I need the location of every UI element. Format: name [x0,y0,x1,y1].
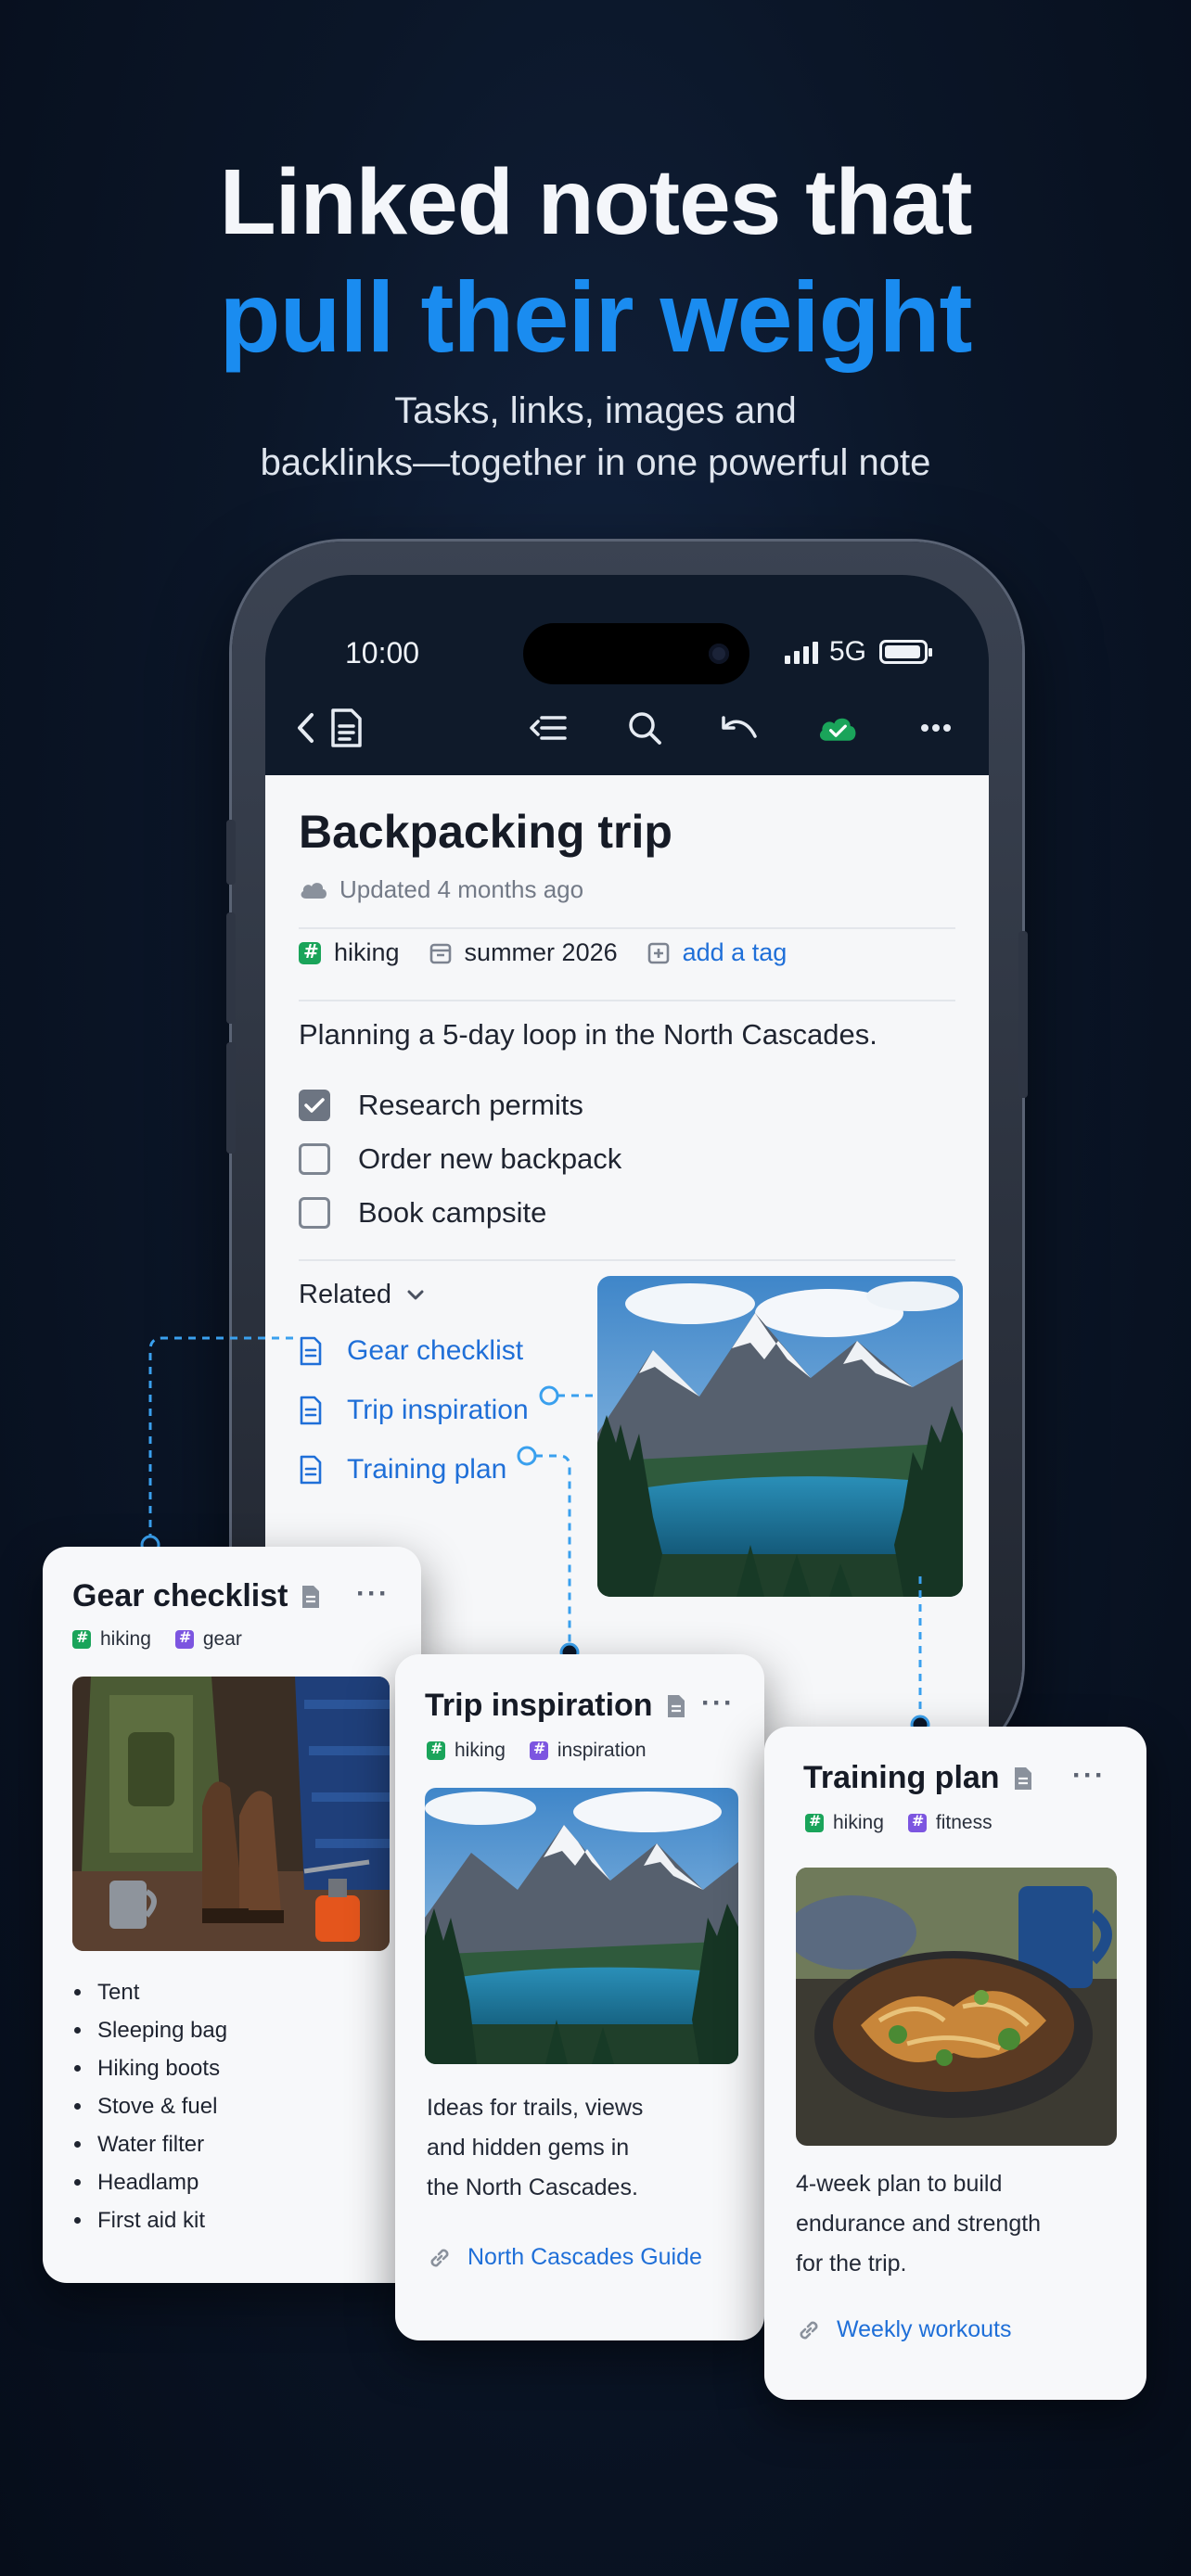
list-item: Hiking boots [74,2049,227,2087]
tag-label: inspiration [557,1740,647,1761]
card-title: Gear checklist [72,1578,288,1613]
desc-line: endurance and strength [796,2211,1042,2237]
tag-label: hiking [833,1812,884,1833]
desc-line: for the trip. [796,2251,907,2276]
meal-photo [796,1868,1117,2146]
tag-icon [805,1812,824,1832]
card-description: 4-week plan to build endurance and stren… [796,2164,1041,2284]
tag-label: gear [202,1628,242,1650]
card-tags: hiking inspiration [427,1740,647,1762]
tag-icon [529,1740,548,1760]
list-item: Headlamp [74,2163,227,2201]
tag-inspiration[interactable]: inspiration [529,1740,647,1762]
card-title: Trip inspiration [425,1688,653,1723]
list-item: Sleeping bag [74,2011,227,2049]
more-icon[interactable]: ··· [356,1578,390,1610]
tag-hiking[interactable]: hiking [72,1628,151,1651]
list-item: Water filter [74,2125,227,2163]
card-description: Ideas for trails, views and hidden gems … [427,2088,643,2208]
tag-icon [72,1628,91,1649]
gear-photo [72,1677,390,1951]
web-link[interactable]: North Cascades Guide [427,2244,702,2271]
link-icon [430,2249,449,2266]
list-item: Stove & fuel [74,2087,227,2125]
tag-icon [427,1740,445,1760]
note-icon [302,1585,320,1608]
tag-label: hiking [455,1740,506,1761]
more-icon[interactable]: ··· [1072,1760,1106,1792]
note-icon [667,1694,685,1717]
tag-icon [174,1628,194,1649]
list-item: First aid kit [74,2201,227,2239]
tag-hiking[interactable]: hiking [805,1812,884,1834]
tag-gear[interactable]: gear [174,1628,242,1651]
note-icon [1014,1766,1031,1790]
tag-label: hiking [100,1628,151,1650]
more-icon[interactable]: ··· [701,1688,735,1719]
card-tags: hiking fitness [805,1812,992,1834]
card-tags: hiking gear [72,1628,242,1651]
desc-line: 4-week plan to build [796,2171,1003,2197]
mountain-lake-photo [425,1788,738,2064]
desc-line: the North Cascades. [427,2174,638,2200]
card-title-row: Trip inspiration [425,1688,686,1724]
tag-label: fitness [935,1812,992,1833]
link-icon [800,2321,818,2339]
tag-icon [907,1812,927,1832]
tag-fitness[interactable]: fitness [907,1812,992,1834]
web-link[interactable]: Weekly workouts [796,2316,1012,2343]
link-label: North Cascades Guide [467,2244,702,2270]
desc-line: and hidden gems in [427,2135,630,2161]
card-title-row: Training plan [803,1760,1033,1796]
gear-checklist-card[interactable]: Gear checklist ··· hiking gear Tent S [43,1547,421,2283]
desc-line: Ideas for trails, views [427,2095,644,2121]
tag-hiking[interactable]: hiking [427,1740,506,1762]
card-title: Training plan [803,1760,1000,1795]
link-label: Weekly workouts [837,2316,1012,2342]
gear-list: Tent Sleeping bag Hiking boots Stove & f… [74,1973,227,2239]
list-item: Tent [74,1973,227,2011]
card-title-row: Gear checklist [72,1578,321,1614]
trip-inspiration-card[interactable]: Trip inspiration ··· hiking inspiration [395,1654,764,2340]
training-plan-card[interactable]: Training plan ··· hiking fitness 4-week … [764,1727,1146,2400]
